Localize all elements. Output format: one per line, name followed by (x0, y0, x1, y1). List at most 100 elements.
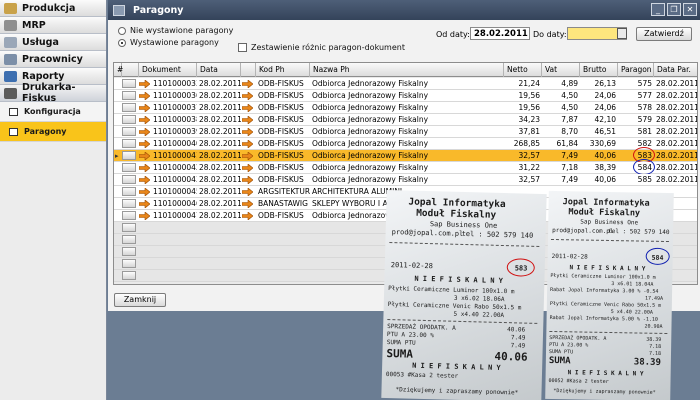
checkbox[interactable] (238, 43, 247, 52)
row-selector[interactable] (122, 151, 136, 160)
nav-item-drukarka-fiskus[interactable]: Drukarka-Fiskus (0, 82, 106, 104)
receipt-phone: tel : 502 579 140 (461, 229, 534, 240)
col-header-netto[interactable]: Netto (504, 63, 542, 77)
partner-link-arrow-icon[interactable] (242, 140, 253, 148)
row-selector[interactable] (122, 247, 136, 256)
row-selector[interactable] (122, 235, 136, 244)
calendar-icon[interactable] (617, 28, 627, 39)
receipt-item-2: Płytki Ceramiczne Venic Rabo 50x1.5 m (549, 300, 662, 309)
row-selector[interactable] (122, 91, 136, 100)
row-selector[interactable] (122, 175, 136, 184)
row-selector[interactable] (122, 127, 136, 136)
row-selector[interactable] (122, 115, 136, 124)
col-header-vat[interactable]: Vat (542, 63, 580, 77)
close-icon[interactable]: ✕ (683, 3, 697, 16)
row-selector[interactable] (122, 211, 136, 220)
col-header-brutto[interactable]: Brutto (580, 63, 618, 77)
radio-button-selected[interactable] (118, 38, 126, 47)
table-row[interactable]: 1101000033 28.02.2011 ODB-FISKUS Odbiorca J… (114, 78, 697, 90)
col-header-paragon[interactable]: Paragon (618, 63, 654, 77)
sub-item-konfiguracja[interactable]: Konfiguracja (0, 102, 106, 122)
sub-label: Konfiguracja (24, 107, 81, 116)
table-row[interactable]: ▸ 1101000041 28.02.2011 ODB-FISKUS Odbiorca … (114, 147, 697, 163)
row-selector[interactable] (122, 79, 136, 88)
cell-netto: 34,23 (518, 115, 540, 124)
nav-item-produkcja[interactable]: Produkcja (0, 0, 106, 17)
partner-link-arrow-icon[interactable] (242, 176, 253, 184)
document-link-arrow-icon[interactable] (139, 104, 150, 112)
table-row[interactable]: 1101000036 28.02.2011 ODB-FISKUS Odbiorca J… (114, 90, 697, 102)
document-link-arrow-icon[interactable] (139, 176, 150, 184)
receipts-icon (9, 128, 18, 136)
document-link-arrow-icon[interactable] (139, 152, 150, 160)
table-row[interactable]: 1101000040 28.02.2011 ODB-FISKUS Odbiorca J… (114, 138, 697, 150)
nav-item-pracownicy[interactable]: Pracownicy (0, 51, 106, 68)
col-header-dokument[interactable]: Dokument (139, 63, 197, 77)
cell-netto: 32,57 (518, 175, 540, 184)
confirm-button[interactable]: Zatwierdź (636, 27, 692, 41)
partner-link-arrow-icon[interactable] (242, 128, 253, 136)
table-row[interactable]: 1101000038 28.02.2011 ODB-FISKUS Odbiorca J… (114, 114, 697, 126)
partner-link-arrow-icon[interactable] (242, 116, 253, 124)
col-header-data[interactable]: Data (197, 63, 241, 77)
production-icon (4, 3, 17, 14)
date-from-field[interactable]: 28.02.2011 (470, 27, 530, 40)
document-link-arrow-icon[interactable] (139, 128, 150, 136)
document-link-arrow-icon[interactable] (139, 188, 150, 196)
col-header-index[interactable]: # (114, 63, 123, 77)
radio-button[interactable] (118, 26, 126, 35)
minimize-icon[interactable]: _ (651, 3, 665, 16)
row-selector[interactable] (122, 139, 136, 148)
cell-data-par: 28.02.2011 (656, 175, 698, 184)
row-selector[interactable] (122, 163, 136, 172)
cell-vat: 4,89 (561, 79, 578, 88)
table-row[interactable]: 1101000037 28.02.2011 ODB-FISKUS Odbiorca J… (114, 102, 697, 114)
partner-link-arrow-icon[interactable] (242, 80, 253, 88)
nav-item-mrp[interactable]: MRP (0, 17, 106, 34)
cell-vat: 4,50 (561, 91, 578, 100)
diff-report-checkbox[interactable]: Zestawienie różnic paragon-dokument (238, 43, 405, 52)
col-header-link[interactable] (241, 63, 256, 77)
document-link-arrow-icon[interactable] (139, 80, 150, 88)
radio-issued[interactable]: Wystawione paragony (118, 38, 219, 47)
table-row[interactable]: 1101000042 28.02.2011 ODB-FISKUS Odbiorca J… (114, 159, 697, 175)
partner-link-arrow-icon[interactable] (242, 92, 253, 100)
row-selector[interactable] (122, 271, 136, 280)
document-link-arrow-icon[interactable] (139, 212, 150, 220)
partner-link-arrow-icon[interactable] (242, 188, 253, 196)
window-titlebar[interactable]: Paragony _ ❐ ✕ (108, 0, 700, 20)
row-selector[interactable] (122, 187, 136, 196)
close-button[interactable]: Zamknij (114, 293, 166, 307)
partner-link-arrow-icon[interactable] (242, 104, 253, 112)
col-header-kod-ph[interactable]: Kod Ph (256, 63, 310, 77)
cell-nazwa-ph: Odbiorca Jednorazowy Fiskalny (312, 115, 429, 124)
restore-icon[interactable]: ❐ (667, 3, 681, 16)
receipt-separator (550, 238, 669, 243)
row-selector[interactable] (122, 223, 136, 232)
partner-link-arrow-icon[interactable] (242, 152, 253, 160)
table-row[interactable]: 1101000043 28.02.2011 ODB-FISKUS Odbiorca J… (114, 174, 698, 186)
row-selector[interactable] (122, 103, 136, 112)
row-selector[interactable] (122, 259, 136, 268)
partner-link-arrow-icon[interactable] (242, 200, 253, 208)
nav-label: MRP (22, 19, 46, 31)
document-link-arrow-icon[interactable] (139, 92, 150, 100)
col-header-nazwa-ph[interactable]: Nazwa Ph (310, 63, 504, 77)
document-link-arrow-icon[interactable] (139, 116, 150, 124)
nav-item-usluga[interactable]: Usługa (0, 34, 106, 51)
receipt-date: 2011-02-28 (390, 261, 434, 271)
col-header-select[interactable] (122, 63, 139, 77)
sub-item-paragony[interactable]: Paragony (0, 122, 106, 142)
table-row[interactable]: 1101000039 28.02.2011 ODB-FISKUS Odbiorca J… (114, 126, 697, 138)
partner-link-arrow-icon[interactable] (242, 212, 253, 220)
employees-icon (4, 54, 17, 65)
col-header-data-par[interactable]: Data Par. (654, 63, 697, 77)
radio-not-issued[interactable]: Nie wystawione paragony (118, 26, 233, 35)
partner-link-arrow-icon[interactable] (242, 164, 253, 172)
row-selector[interactable] (122, 199, 136, 208)
cell-dokument: 1101000038 (153, 115, 197, 124)
document-link-arrow-icon[interactable] (139, 140, 150, 148)
document-link-arrow-icon[interactable] (139, 200, 150, 208)
document-link-arrow-icon[interactable] (139, 164, 150, 172)
nav-label: Produkcja (22, 2, 76, 14)
